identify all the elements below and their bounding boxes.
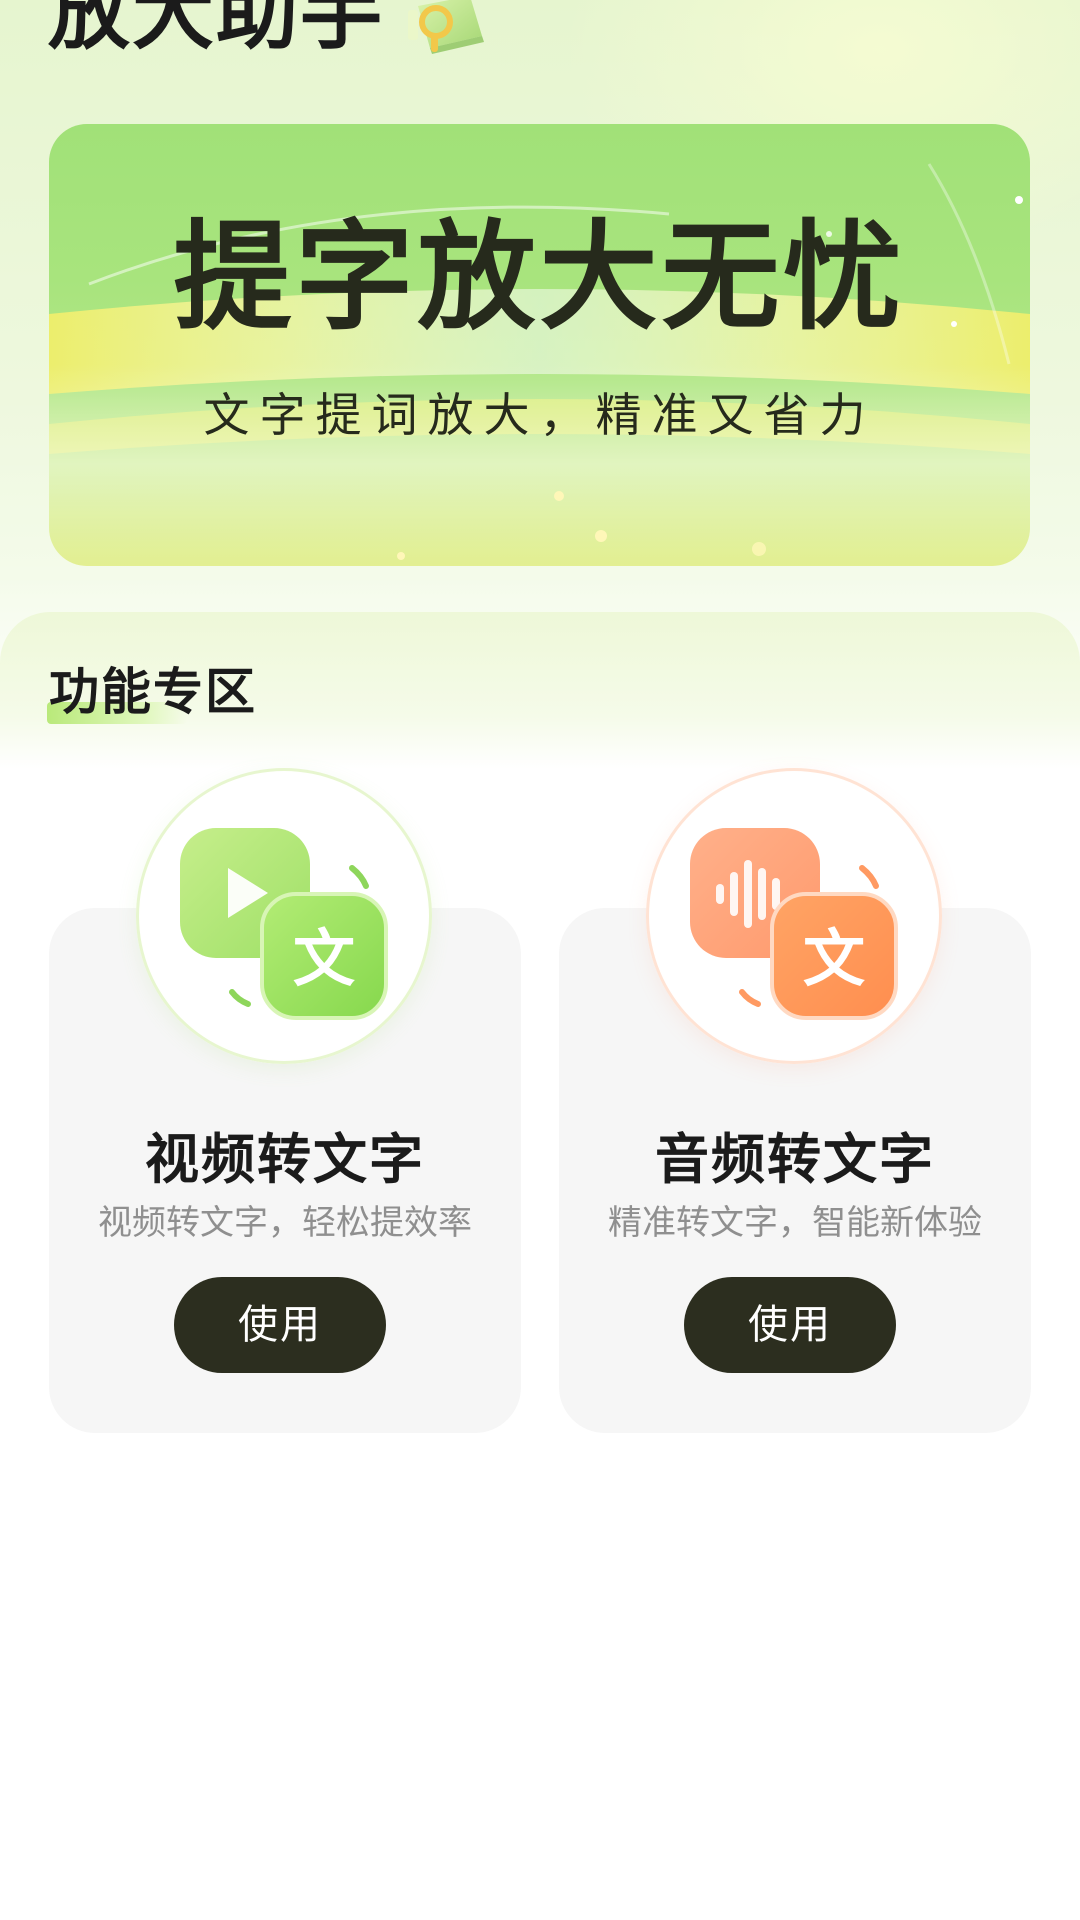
audio-card-title: 音频转文字 [655,1128,935,1191]
app-title: 放大助手 [48,0,385,61]
section-title: 功能专区 [49,663,257,721]
video-card-title: 视频转文字 [145,1128,425,1191]
audio-use-button[interactable]: 使用 [684,1277,896,1373]
audio-to-text-icon[interactable]: 文 [646,768,942,1064]
video-to-text-icon[interactable]: 文 [136,768,432,1064]
promo-banner[interactable]: 提字放大无忧 文字提词放大，精准又省力 [49,124,1030,566]
magnifier-icon [400,0,490,56]
banner-headline: 提字放大无忧 [173,208,906,346]
audio-card-desc: 精准转文字，智能新体验 [608,1203,982,1243]
video-icon-badge-char: 文 [293,922,355,995]
audio-icon-badge-char: 文 [803,922,865,995]
section-header: 功能专区 [47,662,257,724]
video-card-desc: 视频转文字，轻松提效率 [98,1203,472,1243]
video-use-button[interactable]: 使用 [174,1277,386,1373]
banner-subline: 文字提词放大，精准又省力 [203,388,876,442]
app-header: 放大助手 [48,0,490,64]
